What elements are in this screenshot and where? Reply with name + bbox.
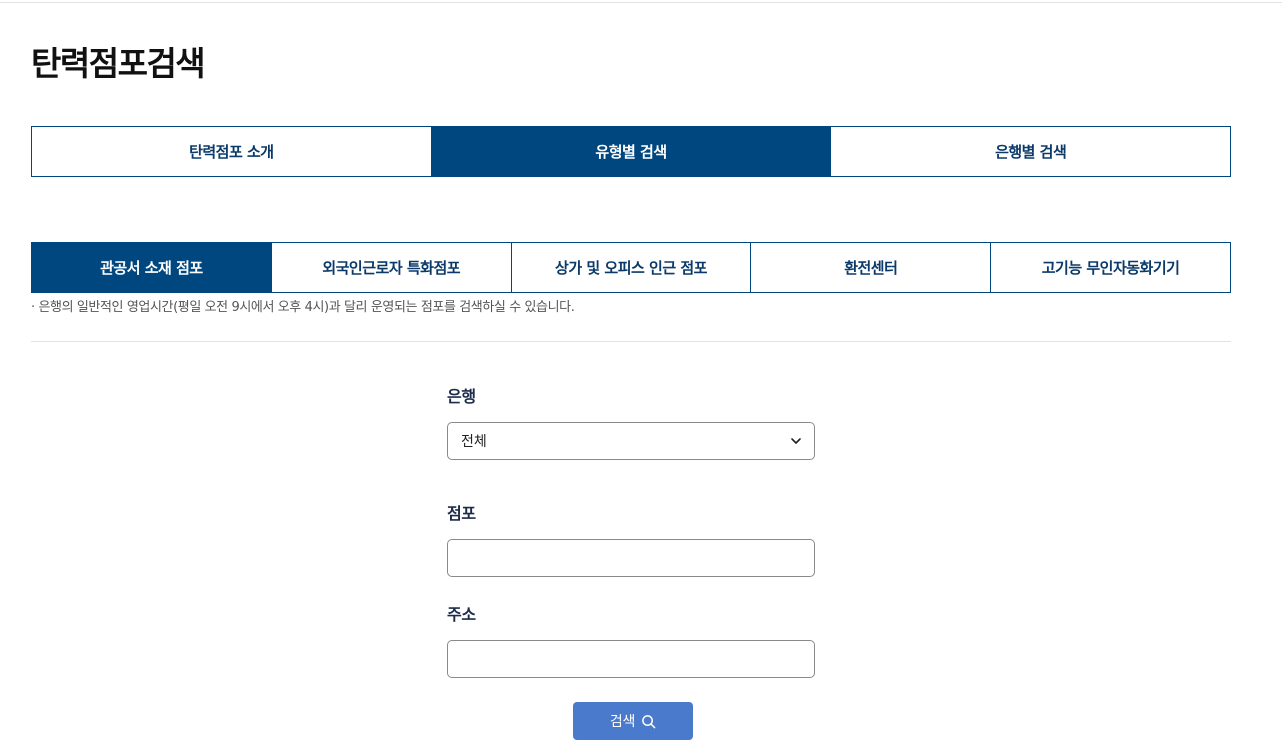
subtab-shopping-office-branch[interactable]: 상가 및 오피스 인근 점포 bbox=[510, 243, 751, 292]
subtab-government-office-branch[interactable]: 관공서 소재 점포 bbox=[32, 243, 271, 292]
main-tabs: 탄력점포 소개 유형별 검색 은행별 검색 bbox=[31, 126, 1231, 177]
subtab-exchange-center[interactable]: 환전센터 bbox=[750, 243, 990, 292]
tab-search-by-bank[interactable]: 은행별 검색 bbox=[830, 127, 1230, 176]
sub-tabs: 관공서 소재 점포 외국인근로자 특화점포 상가 및 오피스 인근 점포 환전센… bbox=[31, 242, 1231, 293]
search-button-label: 검색 bbox=[609, 714, 636, 730]
branch-input[interactable] bbox=[447, 539, 815, 577]
notice-text: · 은행의 일반적인 영업시간(평일 오전 9시에서 오후 4시)과 달리 운영… bbox=[31, 300, 575, 315]
search-button[interactable]: 검색 bbox=[573, 702, 693, 740]
tab-search-by-type[interactable]: 유형별 검색 bbox=[430, 127, 831, 176]
address-input[interactable] bbox=[447, 640, 815, 678]
chevron-down-icon bbox=[791, 438, 801, 444]
tab-intro[interactable]: 탄력점포 소개 bbox=[32, 127, 431, 176]
search-icon bbox=[642, 714, 656, 728]
bank-select[interactable]: 전체 bbox=[447, 422, 815, 460]
section-divider bbox=[31, 341, 1231, 342]
page-title: 탄력점포검색 bbox=[31, 44, 206, 83]
address-label: 주소 bbox=[447, 605, 476, 624]
subtab-advanced-atm[interactable]: 고기능 무인자동화기기 bbox=[990, 243, 1230, 292]
top-divider bbox=[0, 0, 1282, 3]
subtab-foreign-worker-branch[interactable]: 외국인근로자 특화점포 bbox=[270, 243, 511, 292]
bank-label: 은행 bbox=[447, 387, 476, 406]
bank-select-value: 전체 bbox=[461, 434, 487, 450]
branch-label: 점포 bbox=[447, 504, 476, 523]
page: 탄력점포검색 탄력점포 소개 유형별 검색 은행별 검색 관공서 소재 점포 외… bbox=[0, 0, 1282, 743]
